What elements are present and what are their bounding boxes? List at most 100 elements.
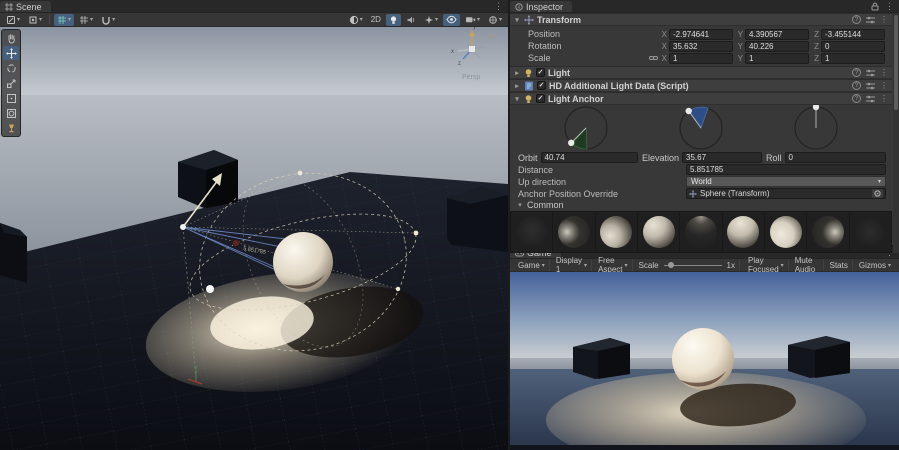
common-foldout[interactable]: ▾ Common xyxy=(510,200,892,210)
view-hand-tool[interactable] xyxy=(3,31,19,45)
light-handle[interactable] xyxy=(180,224,186,230)
effects-button[interactable]: ▾ xyxy=(421,14,441,26)
position-y-field[interactable]: 4.390567 xyxy=(745,29,809,40)
elevation-dial[interactable] xyxy=(677,105,725,151)
help-icon[interactable]: ? xyxy=(852,81,861,90)
move-tool[interactable] xyxy=(3,46,19,60)
ring-handle-right[interactable] xyxy=(414,231,419,236)
presets-icon[interactable] xyxy=(866,95,875,103)
presets-icon[interactable] xyxy=(866,16,875,24)
orbit-field[interactable]: 40.74 xyxy=(541,152,638,163)
scale-x-field[interactable]: 1 xyxy=(669,53,733,64)
scale-tool[interactable] xyxy=(3,76,19,90)
play-focused-dropdown[interactable]: Play Focused▾ xyxy=(744,259,789,271)
ring-handle-bottom[interactable] xyxy=(229,328,233,332)
game-gizmos-dropdown[interactable]: Gizmos▾ xyxy=(855,259,895,271)
mute-audio-toggle[interactable]: Mute Audio xyxy=(791,259,824,271)
scene-sphere[interactable] xyxy=(273,232,333,292)
light-anchor-enabled-checkbox[interactable]: ✓ xyxy=(536,94,545,103)
hd-light-enabled-checkbox[interactable]: ✓ xyxy=(537,81,546,90)
orbit-dial[interactable] xyxy=(562,105,610,151)
light-preset-1[interactable] xyxy=(511,212,552,252)
draw-mode-button[interactable]: ▾ xyxy=(346,14,366,26)
roll-field[interactable]: 0 xyxy=(785,152,886,163)
grid-visual-button[interactable]: ▾ xyxy=(54,14,74,26)
light-preset-2[interactable] xyxy=(553,212,594,252)
light-anchor-header[interactable]: ▾ ✓ Light Anchor ? ⋮ xyxy=(510,92,892,105)
light-preset-7[interactable] xyxy=(765,212,806,252)
light-preset-5[interactable] xyxy=(680,212,721,252)
elevation-field[interactable]: 35.67 xyxy=(682,152,762,163)
pivot-button[interactable]: ▾ xyxy=(25,14,45,26)
object-picker-icon[interactable] xyxy=(872,189,883,198)
snap-increment-button[interactable]: ▾ xyxy=(98,14,118,26)
display-dropdown[interactable]: Display 1▾ xyxy=(552,259,592,271)
tab-scene[interactable]: Scene xyxy=(0,1,51,12)
scale-y-field[interactable]: 1 xyxy=(745,53,809,64)
presets-icon[interactable] xyxy=(866,69,875,77)
help-icon[interactable]: ? xyxy=(852,68,861,77)
presets-icon[interactable] xyxy=(866,82,875,90)
rotation-y-field[interactable]: 40.226 xyxy=(745,41,809,52)
light-preset-9[interactable] xyxy=(850,212,891,252)
grid-snap-button[interactable]: ▾ xyxy=(76,14,96,26)
light-header[interactable]: ▸ ✓ Light ? ⋮ xyxy=(510,66,892,79)
light-enabled-checkbox[interactable]: ✓ xyxy=(536,68,545,77)
roll-dial[interactable] xyxy=(792,105,840,151)
distance-field[interactable]: 5.851785 xyxy=(686,164,886,175)
scale-z-field[interactable]: 1 xyxy=(821,53,885,64)
kebab-icon[interactable]: ⋮ xyxy=(880,68,888,77)
scene-gizmos-button[interactable]: ▾ xyxy=(485,14,505,26)
2d-toggle[interactable]: 2D xyxy=(368,14,384,26)
anchor-override-field[interactable]: Sphere (Transform) xyxy=(686,188,886,199)
position-z-field[interactable]: -3.455144 xyxy=(821,29,885,40)
elevation-handle[interactable] xyxy=(685,108,691,114)
gizmo-center-cube[interactable] xyxy=(469,46,475,52)
foldout-icon[interactable]: ▾ xyxy=(513,95,521,103)
foldout-icon[interactable]: ▾ xyxy=(513,16,521,24)
ring-handle-top[interactable] xyxy=(298,171,303,176)
up-direction-dropdown[interactable]: World▾ xyxy=(686,176,886,187)
game-target-dropdown[interactable]: Game▾ xyxy=(514,259,550,271)
scene-cube-right[interactable] xyxy=(447,187,508,252)
foldout-icon[interactable]: ▸ xyxy=(513,69,521,77)
kebab-icon[interactable]: ⋮ xyxy=(880,94,888,103)
light-gizmo-icon[interactable] xyxy=(206,285,214,293)
scene-tab-menu[interactable]: ⋮ xyxy=(489,0,508,12)
kebab-icon[interactable]: ⋮ xyxy=(880,15,888,24)
light-preset-4[interactable] xyxy=(638,212,679,252)
stats-toggle[interactable]: Stats xyxy=(826,259,853,271)
rotate-tool[interactable] xyxy=(3,61,19,75)
scrollbar-thumb[interactable] xyxy=(894,15,898,110)
lock-icon[interactable] xyxy=(871,2,879,11)
persp-label[interactable]: Persp xyxy=(462,74,480,81)
rotation-z-field[interactable]: 0 xyxy=(821,41,885,52)
tab-inspector[interactable]: Inspector xyxy=(510,1,572,12)
rect-tool[interactable] xyxy=(3,91,19,105)
orbit-handle[interactable] xyxy=(568,140,574,146)
scale-slider-knob[interactable] xyxy=(668,262,674,268)
kebab-icon[interactable]: ⋮ xyxy=(880,81,888,90)
light-preset-8[interactable] xyxy=(807,212,848,252)
red-sphere-handle[interactable] xyxy=(233,240,240,247)
foldout-icon[interactable]: ▸ xyxy=(513,82,521,90)
inspector-scrollbar[interactable] xyxy=(893,13,899,253)
rotation-x-field[interactable]: 35.632 xyxy=(669,41,733,52)
help-icon[interactable]: ? xyxy=(852,94,861,103)
light-preset-3[interactable] xyxy=(596,212,637,252)
tool-settings-button[interactable]: ▾ xyxy=(3,14,23,26)
scale-slider[interactable] xyxy=(664,265,722,266)
scene-visibility-toggle[interactable] xyxy=(443,14,460,26)
help-icon[interactable]: ? xyxy=(852,15,861,24)
scene-camera-button[interactable]: ▾ xyxy=(462,14,483,26)
scene-viewport[interactable]: 5.851785 xyxy=(0,27,508,450)
light-anchor-tool[interactable] xyxy=(3,121,19,135)
scene-lighting-toggle[interactable] xyxy=(386,14,401,26)
position-x-field[interactable]: -2.974641 xyxy=(669,29,733,40)
kebab-icon[interactable]: ⋮ xyxy=(885,1,894,12)
transform-tool[interactable] xyxy=(3,106,19,120)
ring-handle-se[interactable] xyxy=(396,287,400,291)
hd-light-data-header[interactable]: ▸ ✓ HD Additional Light Data (Script) ? … xyxy=(510,79,892,92)
aspect-dropdown[interactable]: Free Aspect▾ xyxy=(594,259,632,271)
link-scale-icon[interactable] xyxy=(648,54,658,62)
